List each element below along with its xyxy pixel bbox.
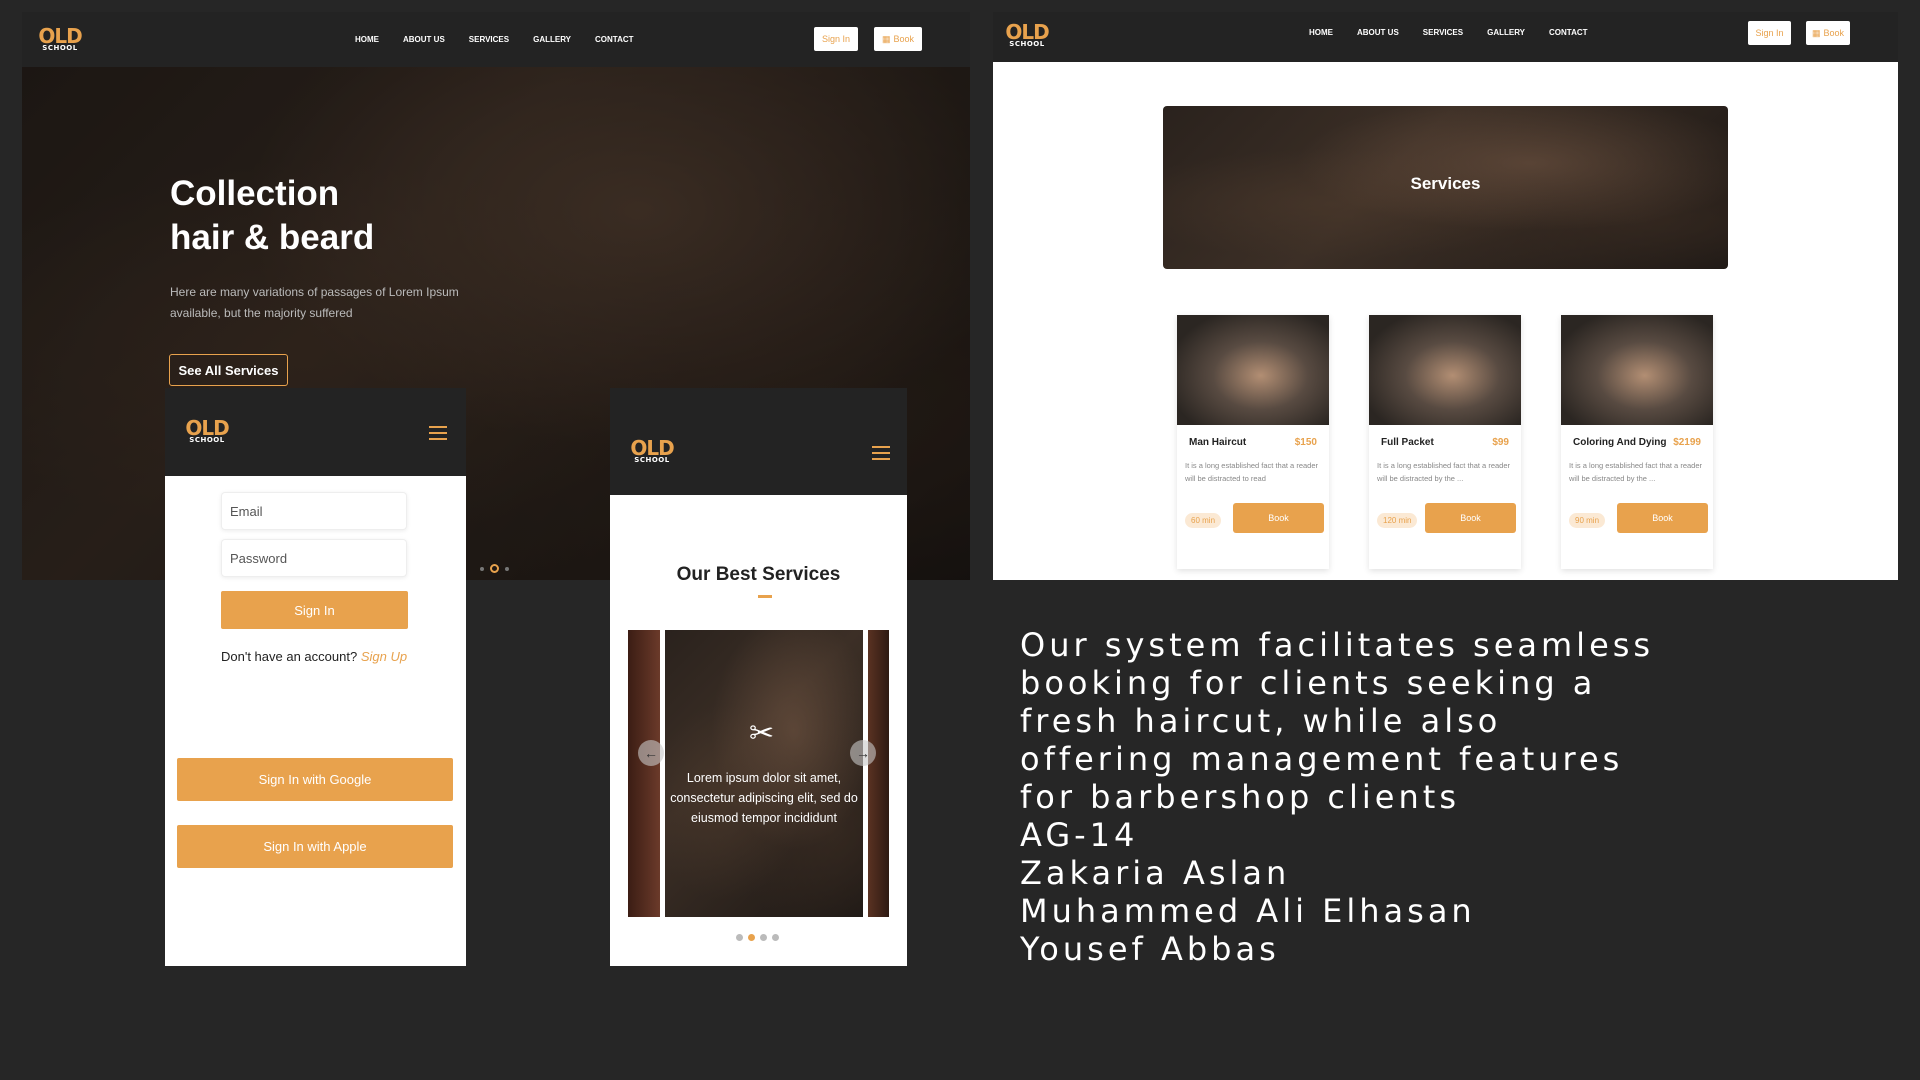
nav-contact[interactable]: CONTACT	[595, 35, 634, 44]
password-field[interactable]: Password	[221, 539, 407, 577]
hamburger-menu-icon[interactable]	[429, 426, 447, 440]
carousel-prev-slide	[628, 630, 660, 917]
sign-up-link[interactable]: Sign Up	[361, 649, 407, 664]
nav-services[interactable]: SERVICES	[1423, 28, 1463, 37]
service-image	[1561, 315, 1713, 425]
nav-contact[interactable]: CONTACT	[1549, 28, 1588, 37]
calendar-icon: ▦	[1811, 27, 1821, 38]
nav-gallery[interactable]: GALLERY	[1487, 28, 1525, 37]
logo[interactable]: OLD SCHOOL	[630, 434, 674, 468]
mobile-header: OLD SCHOOL	[610, 388, 907, 495]
section-title: Our Best Services	[676, 564, 841, 585]
service-image	[1177, 315, 1329, 425]
apple-sign-in-button[interactable]: Sign In with Apple	[177, 825, 453, 868]
author-name: Yousef Abbas	[1020, 930, 1280, 968]
book-service-button[interactable]: Book	[1233, 503, 1324, 533]
nav-home[interactable]: HOME	[1309, 28, 1333, 37]
calendar-icon: ▦	[881, 33, 891, 44]
services-navbar: OLD SCHOOL HOME ABOUT US SERVICES GALLER…	[993, 12, 1898, 62]
service-card-haircut: Man Haircut $150 It is a long establishe…	[1177, 315, 1329, 569]
service-image	[1369, 315, 1521, 425]
services-banner: Services	[1163, 106, 1728, 269]
book-button[interactable]: ▦ Book	[874, 27, 922, 51]
group-id: AG-14	[1020, 816, 1139, 854]
author-name: Zakaria Aslan	[1020, 854, 1291, 892]
navbar: OLD SCHOOL HOME ABOUT US SERVICES GALLER…	[22, 12, 970, 67]
nav-gallery[interactable]: GALLERY	[533, 35, 571, 44]
hamburger-menu-icon[interactable]	[872, 446, 890, 460]
scissors-icon: ✂	[749, 717, 775, 750]
duration-badge: 60 min	[1185, 513, 1222, 528]
signup-prompt: Don't have an account? Sign Up	[221, 649, 408, 664]
duration-badge: 120 min	[1377, 513, 1418, 528]
banner-title: Services	[1410, 174, 1481, 193]
carousel-dots[interactable]	[736, 934, 779, 941]
duration-badge: 90 min	[1569, 513, 1606, 528]
book-service-button[interactable]: Book	[1617, 503, 1708, 533]
carousel-prev-arrow-icon[interactable]: ←	[638, 740, 664, 766]
google-sign-in-button[interactable]: Sign In with Google	[177, 758, 453, 801]
project-description: Our system facilitates seamless booking …	[1020, 626, 1655, 968]
services-screen: OLD SCHOOL HOME ABOUT US SERVICES GALLER…	[993, 12, 1898, 580]
mobile-services-screen: OLD SCHOOL Our Best Services ✂ Lorem ips…	[610, 388, 907, 966]
nav-about[interactable]: ABOUT US	[403, 35, 445, 44]
service-card-full-packet: Full Packet $99 It is a long established…	[1369, 315, 1521, 569]
carousel-next-arrow-icon[interactable]: →	[850, 740, 876, 766]
hero-title: Collection hair & beard	[170, 174, 375, 257]
sign-in-button[interactable]: Sign In	[814, 27, 858, 51]
nav-home[interactable]: HOME	[355, 35, 379, 44]
hero-carousel-dots[interactable]	[480, 564, 509, 573]
slide-caption: Lorem ipsum dolor sit amet, consectetur …	[670, 771, 858, 825]
nav-services[interactable]: SERVICES	[469, 35, 509, 44]
title-underline	[758, 595, 772, 598]
nav-links: HOME ABOUT US SERVICES GALLERY CONTACT	[1309, 28, 1588, 37]
author-name: Muhammed Ali Elhasan	[1020, 892, 1476, 930]
nav-links: HOME ABOUT US SERVICES GALLERY CONTACT	[355, 35, 634, 44]
mobile-header: OLD SCHOOL	[165, 388, 466, 476]
nav-about[interactable]: ABOUT US	[1357, 28, 1399, 37]
mobile-login-screen: OLD SCHOOL Email Password Sign In Don't …	[165, 388, 466, 966]
service-card-coloring: Coloring And Dying $2199 It is a long es…	[1561, 315, 1713, 569]
logo[interactable]: OLD SCHOOL	[38, 22, 82, 56]
carousel-active-slide[interactable]: ✂ Lorem ipsum dolor sit amet, consectetu…	[665, 630, 863, 917]
hero-subtitle: Here are many variations of passages of …	[170, 285, 459, 320]
book-service-button[interactable]: Book	[1425, 503, 1516, 533]
logo[interactable]: OLD SCHOOL	[1005, 20, 1049, 50]
email-field[interactable]: Email	[221, 492, 407, 530]
logo[interactable]: OLD SCHOOL	[185, 414, 229, 448]
sign-in-submit-button[interactable]: Sign In	[221, 591, 408, 629]
carousel-next-slide	[868, 630, 889, 917]
see-all-services-button[interactable]: See All Services	[169, 354, 288, 386]
book-button[interactable]: ▦ Book	[1806, 21, 1850, 45]
sign-in-button[interactable]: Sign In	[1748, 21, 1791, 45]
